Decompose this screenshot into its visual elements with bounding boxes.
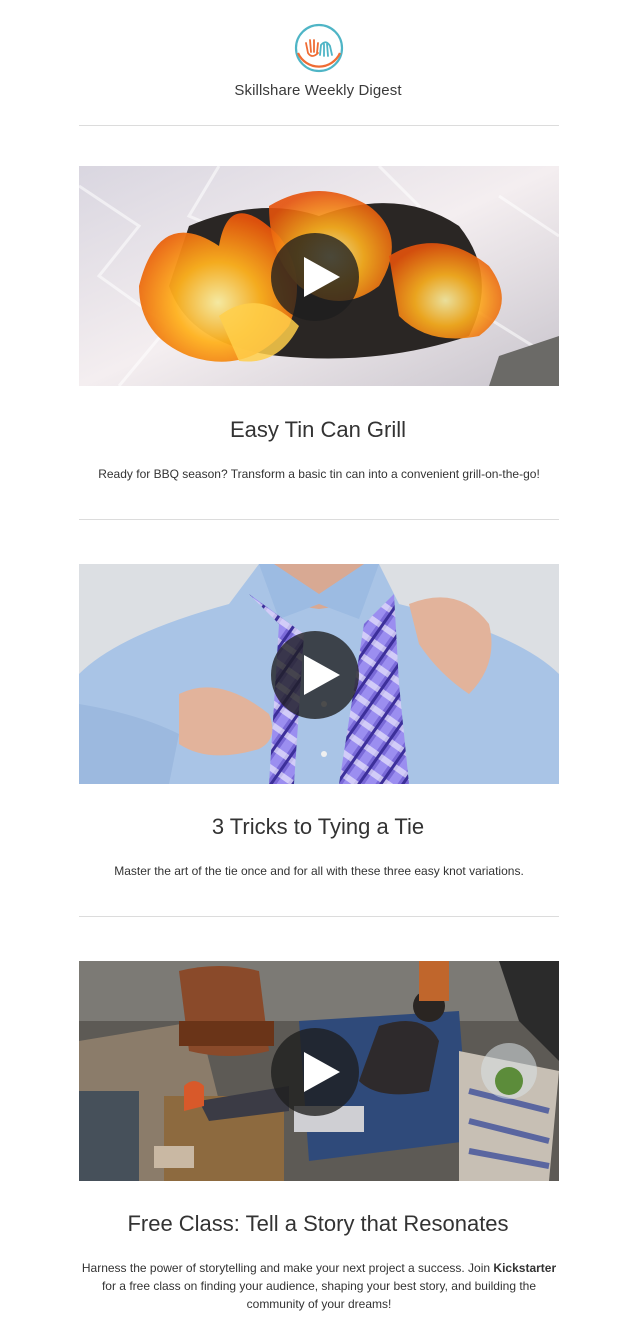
description-text: Harness the power of storytelling and ma…	[81, 1261, 494, 1275]
digest-title: Skillshare Weekly Digest	[234, 82, 402, 99]
email-digest: Skillshare Weekly Digest Easy Tin Can Gr…	[0, 0, 636, 1334]
description-text: for a free class on finding your audienc…	[101, 1279, 537, 1311]
kickstarter-link[interactable]: Kickstarter	[493, 1261, 556, 1275]
video-thumbnail-tie[interactable]	[79, 564, 559, 784]
divider	[79, 125, 559, 126]
play-icon[interactable]	[271, 233, 359, 321]
card-description: Master the art of the tie once and for a…	[114, 864, 524, 878]
card-title[interactable]: Easy Tin Can Grill	[0, 417, 636, 443]
play-icon[interactable]	[271, 1028, 359, 1116]
video-thumbnail-grill[interactable]	[79, 166, 559, 386]
play-icon[interactable]	[271, 631, 359, 719]
card-title[interactable]: 3 Tricks to Tying a Tie	[0, 814, 636, 840]
skillshare-logo-icon[interactable]	[294, 23, 344, 73]
divider	[79, 519, 559, 520]
card-description: Ready for BBQ season? Transform a basic …	[98, 467, 540, 481]
card-title[interactable]: Free Class: Tell a Story that Resonates	[0, 1211, 636, 1237]
video-thumbnail-storytelling[interactable]	[79, 961, 559, 1181]
card-description: Harness the power of storytelling and ma…	[79, 1259, 559, 1313]
divider	[79, 916, 559, 917]
